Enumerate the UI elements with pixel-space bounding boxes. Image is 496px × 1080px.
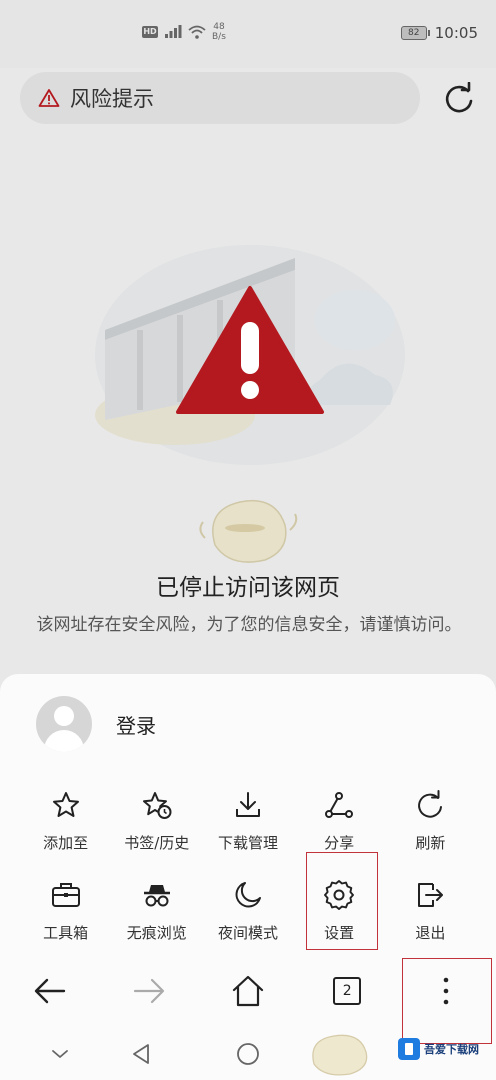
- watermark-text: 吾爱下载网: [424, 1043, 479, 1056]
- menu-item-label: 夜间模式: [217, 924, 278, 942]
- menu-item-label: 退出: [415, 924, 446, 942]
- menu-row-1: 添加至 书签/历史 下载管理 分享 刷新: [20, 782, 476, 872]
- home-button[interactable]: [198, 954, 297, 1028]
- reload-icon: [445, 82, 473, 113]
- menu-item-label: 添加至: [43, 834, 89, 852]
- incognito-icon: [140, 878, 174, 912]
- watermark-logo: [398, 1038, 420, 1060]
- page-description: 该网址存在安全风险，为了您的信息安全，请谨慎访问。: [36, 615, 462, 635]
- menu-grid: 添加至 书签/历史 下载管理 分享 刷新 工具箱 无痕浏览 夜间模式 设置 退出: [20, 782, 476, 962]
- more-vertical-icon: [444, 977, 449, 1005]
- wifi-icon: [188, 25, 206, 39]
- exit-icon: [413, 878, 447, 912]
- menu-item-add-to[interactable]: 添加至: [20, 782, 111, 872]
- menu-row-2: 工具箱 无痕浏览 夜间模式 设置 退出: [20, 872, 476, 962]
- system-back-button[interactable]: [128, 1040, 154, 1068]
- more-menu-button[interactable]: [397, 954, 496, 1028]
- download-icon: [231, 788, 265, 822]
- watermark: 吾爱下载网: [398, 1034, 494, 1064]
- menu-item-download-manager[interactable]: 下载管理: [202, 782, 293, 872]
- bookmark-history-icon: [140, 788, 174, 822]
- home-icon: [232, 975, 264, 1007]
- reload-button[interactable]: [440, 80, 478, 118]
- menu-item-refresh[interactable]: 刷新: [385, 782, 476, 872]
- clock: 10:05: [434, 24, 478, 42]
- system-home-button[interactable]: [234, 1040, 262, 1068]
- share-icon: [322, 788, 356, 822]
- settings-highlight-box: [306, 852, 378, 950]
- mascot-small: [300, 1030, 380, 1078]
- menu-item-label: 工具箱: [43, 924, 89, 942]
- refresh-icon: [413, 788, 447, 822]
- warning-illustration: [95, 245, 405, 465]
- mascot-watermark: [199, 500, 298, 563]
- status-right: 82 10:05: [400, 24, 478, 42]
- url-bar[interactable]: 风险提示: [20, 72, 420, 124]
- back-button[interactable]: [0, 954, 99, 1028]
- tab-count: 2: [333, 977, 362, 1005]
- menu-item-toolbox[interactable]: 工具箱: [20, 872, 111, 962]
- net-speed: 48 B/s: [212, 22, 226, 42]
- menu-item-label: 分享: [324, 834, 355, 852]
- tabs-button[interactable]: 2: [298, 954, 397, 1028]
- triangle-back-icon: [133, 1044, 149, 1064]
- menu-item-label: 刷新: [415, 834, 446, 852]
- menu-item-bookmarks-history[interactable]: 书签/历史: [111, 782, 202, 872]
- warning-triangle-icon: [38, 88, 60, 108]
- net-speed-unit: B/s: [212, 32, 226, 42]
- status-bar: HD 48 B/s 82 10:05: [0, 0, 496, 68]
- menu-item-label: 下载管理: [217, 834, 278, 852]
- net-speed-value: 48: [213, 22, 225, 32]
- chevron-down-icon: [52, 1050, 68, 1058]
- login-row[interactable]: 登录: [36, 696, 156, 752]
- signal-icon: [165, 25, 182, 38]
- hd-icon: HD: [142, 26, 158, 38]
- menu-item-night-mode[interactable]: 夜间模式: [202, 872, 293, 962]
- url-text: 风险提示: [70, 87, 154, 111]
- browser-bottom-nav: 2: [0, 954, 496, 1028]
- login-label: 登录: [116, 713, 156, 738]
- menu-item-label: 书签/历史: [124, 834, 190, 852]
- status-indicators: HD 48 B/s: [142, 22, 226, 42]
- menu-item-incognito[interactable]: 无痕浏览: [111, 872, 202, 962]
- page-title: 已停止访问该网页: [156, 575, 340, 601]
- menu-item-label: 无痕浏览: [126, 924, 187, 942]
- star-icon: [49, 788, 83, 822]
- collapse-button[interactable]: [48, 1042, 72, 1066]
- arrow-left-icon: [34, 978, 65, 1004]
- forward-button[interactable]: [99, 954, 198, 1028]
- circle-home-icon: [237, 1043, 259, 1065]
- menu-item-exit[interactable]: 退出: [385, 872, 476, 962]
- battery-icon: 82: [400, 26, 430, 40]
- avatar: [36, 696, 92, 752]
- arrow-right-icon: [133, 978, 164, 1004]
- toolbox-icon: [49, 878, 83, 912]
- moon-icon: [231, 878, 265, 912]
